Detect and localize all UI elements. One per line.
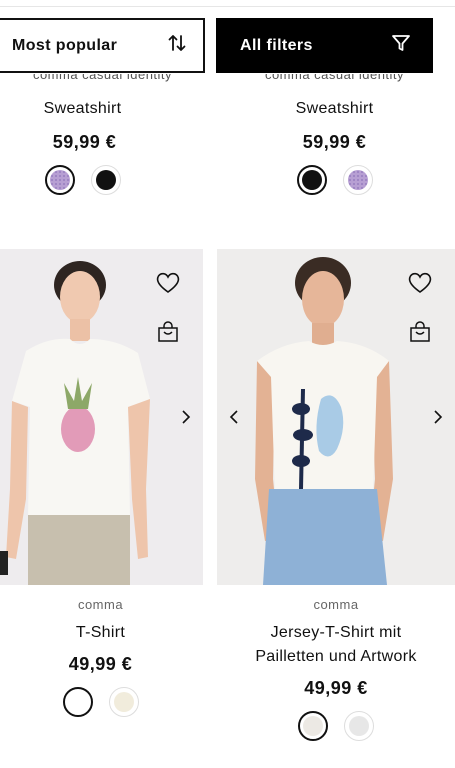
- product-title-line2: Pailletten und Artwork: [255, 648, 417, 665]
- product-brand: comma: [77, 597, 124, 612]
- color-swatch[interactable]: [44, 165, 75, 195]
- color-swatch[interactable]: [296, 165, 327, 195]
- product-brand: comma: [313, 597, 359, 612]
- product-card-info[interactable]: comma Jersey-T-Shirt mit Pailletten und …: [217, 597, 455, 741]
- product-image[interactable]: [0, 249, 203, 585]
- product-price: 49,99 €: [304, 678, 368, 698]
- product-title: Sweatshirt: [43, 100, 122, 117]
- color-swatch[interactable]: [90, 165, 121, 195]
- chevron-right-icon[interactable]: [433, 409, 443, 430]
- color-swatches: [217, 711, 455, 741]
- color-swatch[interactable]: [298, 711, 328, 741]
- product-price: 59,99 €: [302, 132, 367, 152]
- product-title: T-Shirt: [75, 624, 126, 641]
- product-card[interactable]: comma casual identity Sweatshirt 59,99 €: [232, 0, 437, 200]
- color-swatches: [0, 687, 203, 717]
- new-badge: [0, 551, 8, 575]
- color-swatches: [0, 165, 185, 195]
- product-brand: comma casual identity: [32, 74, 173, 82]
- heart-icon[interactable]: [407, 271, 433, 300]
- product-card[interactable]: comma casual identity Sweatshirt 59,99 €: [0, 0, 205, 200]
- product-price: 49,99 €: [68, 654, 133, 674]
- product-price: 59,99 €: [52, 132, 117, 152]
- color-swatch[interactable]: [342, 165, 373, 195]
- color-swatch[interactable]: [62, 687, 93, 717]
- color-swatch[interactable]: [344, 711, 374, 741]
- chevron-left-icon[interactable]: [229, 409, 239, 430]
- product-card-info[interactable]: comma T-Shirt 49,99 €: [0, 597, 203, 717]
- product-brand: comma casual identity: [264, 74, 405, 82]
- product-title-line1: Jersey-T-Shirt mit: [270, 624, 402, 641]
- color-swatches: [232, 165, 437, 195]
- color-swatch[interactable]: [108, 687, 139, 717]
- heart-icon[interactable]: [155, 271, 181, 300]
- chevron-right-icon[interactable]: [181, 409, 191, 430]
- shopping-bag-icon[interactable]: [409, 321, 431, 348]
- product-image[interactable]: [217, 249, 455, 585]
- shopping-bag-icon[interactable]: [157, 321, 179, 348]
- product-title: Sweatshirt: [295, 100, 374, 117]
